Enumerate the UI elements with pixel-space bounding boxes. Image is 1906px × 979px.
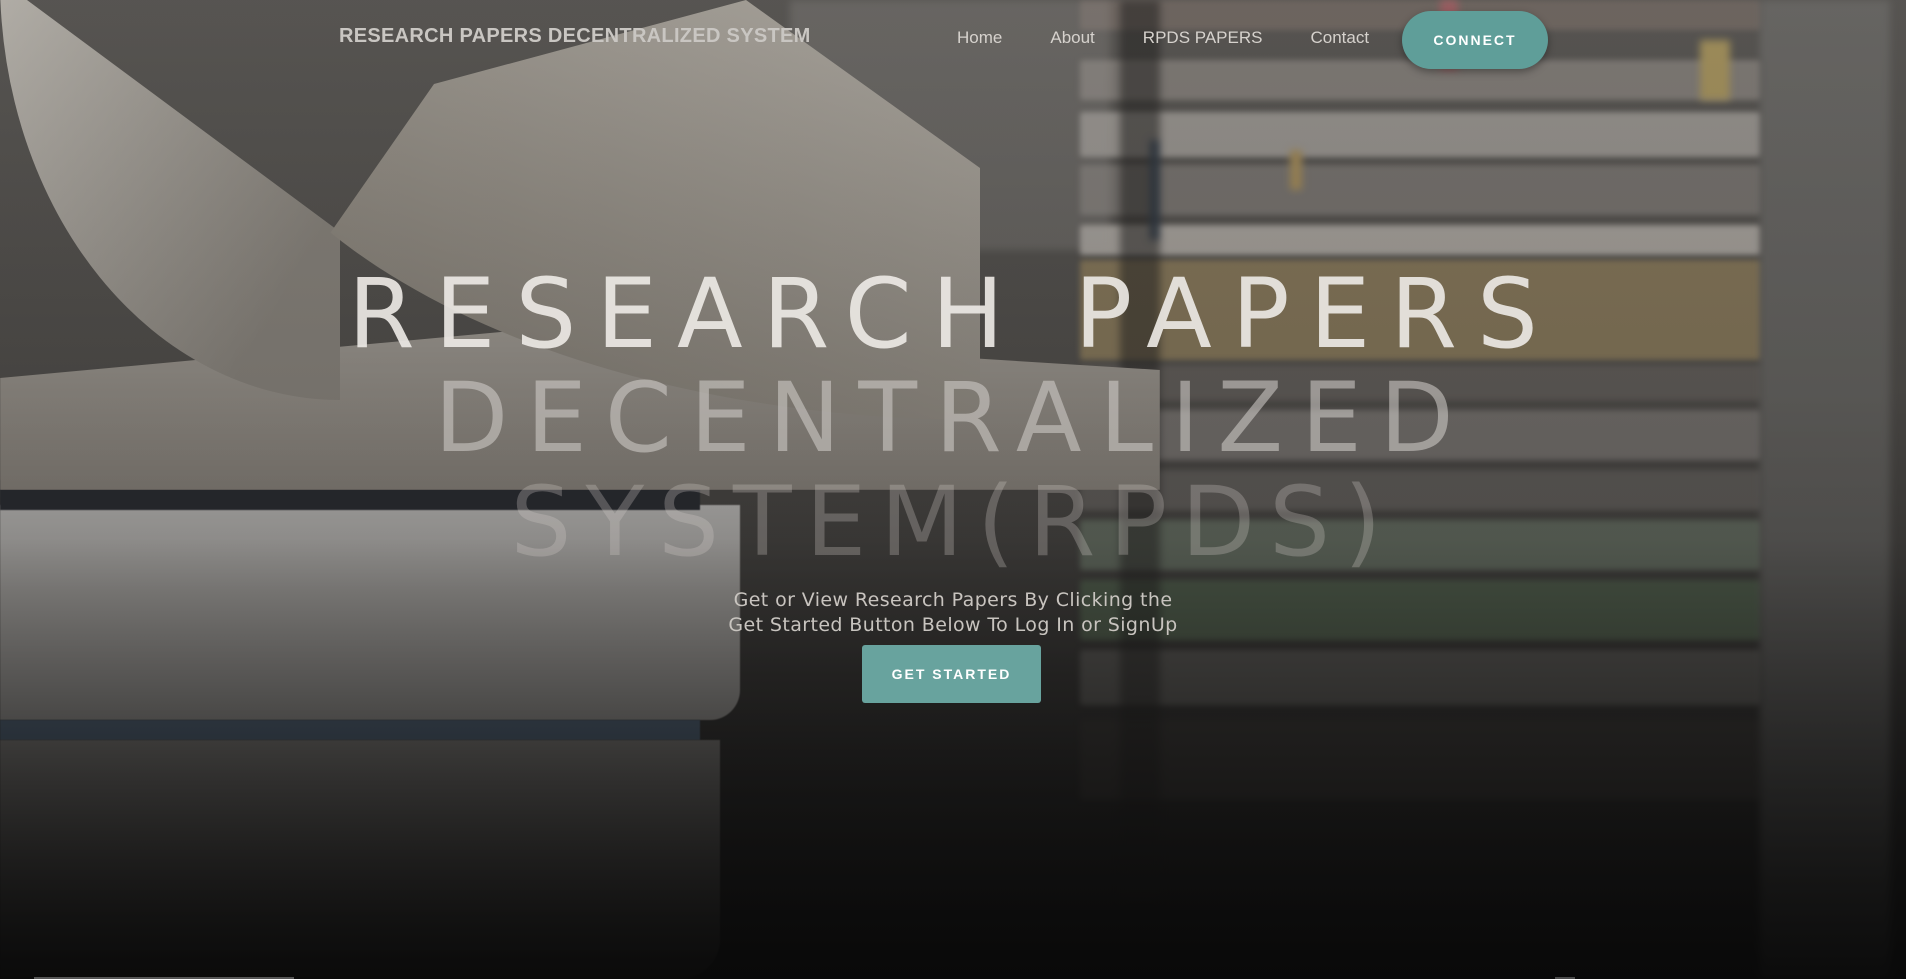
get-started-button[interactable]: GET STARTED xyxy=(862,645,1041,703)
hero-subtitle-line-1: Get or View Research Papers By Clicking … xyxy=(733,589,1173,611)
hero-title-line-2: DECENTRALIZED xyxy=(434,362,1472,474)
hero-subtitle-line-2: Get Started Button Below To Log In or Si… xyxy=(728,614,1178,636)
main-nav: Home About RPDS PAPERS Contact xyxy=(957,28,1369,48)
brand-logo-link[interactable]: RESEARCH PAPERS DECENTRALIZED SYSTEM xyxy=(339,25,811,48)
nav-link-contact[interactable]: Contact xyxy=(1310,28,1369,48)
nav-link-home[interactable]: Home xyxy=(957,28,1002,48)
nav-link-about[interactable]: About xyxy=(1050,28,1094,48)
landing-page: RESEARCH PAPERS DECENTRALIZED SYSTEM Hom… xyxy=(0,0,1906,979)
hero-subtitle: Get or View Research Papers By Clicking … xyxy=(0,588,1906,638)
hero-title: RESEARCH PAPERS DECENTRALIZED SYSTEM(RPD… xyxy=(0,262,1906,574)
connect-button[interactable]: CONNECT xyxy=(1402,11,1548,69)
top-navbar: RESEARCH PAPERS DECENTRALIZED SYSTEM Hom… xyxy=(0,0,1906,78)
hero-title-line-3: SYSTEM(RPDS) xyxy=(510,466,1396,578)
nav-link-rpds-papers[interactable]: RPDS PAPERS xyxy=(1143,28,1263,48)
hero-title-line-1: RESEARCH PAPERS xyxy=(348,258,1558,370)
